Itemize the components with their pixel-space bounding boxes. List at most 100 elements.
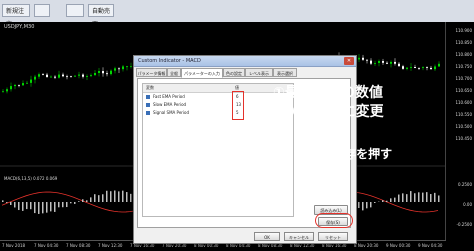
tab-visualization[interactable]: 表示選択 bbox=[273, 68, 297, 77]
candle-body bbox=[378, 61, 380, 63]
oscillator-label: MACD(6,13,5) 0.072 0.069 bbox=[4, 176, 57, 181]
macd-bar bbox=[34, 202, 36, 213]
macd-bar bbox=[78, 201, 80, 202]
annotation-step1-detail: 6.13.5に変更 bbox=[292, 101, 384, 121]
macd-bar bbox=[418, 192, 420, 202]
macd-bar bbox=[26, 202, 28, 209]
candle-body bbox=[90, 75, 92, 76]
macd-bar bbox=[54, 202, 56, 212]
candle-body bbox=[430, 68, 432, 69]
header-variable: 変数 bbox=[146, 84, 154, 92]
macd-bar bbox=[2, 200, 4, 202]
time-tick: 7 Nov 04:30 bbox=[34, 243, 58, 248]
macd-bar bbox=[386, 201, 388, 202]
time-tick: 8 Nov 20:30 bbox=[354, 243, 378, 248]
tab-colors[interactable]: 色の設定 bbox=[223, 68, 245, 77]
value-highlight-box bbox=[232, 91, 244, 120]
candle-body bbox=[94, 73, 96, 75]
tab-levels[interactable]: レベル表示 bbox=[245, 68, 273, 77]
macd-bar bbox=[382, 200, 384, 202]
tab-info[interactable]: パラメータ情報 bbox=[136, 68, 167, 77]
macd-bar bbox=[362, 202, 364, 210]
candle-body bbox=[78, 75, 80, 76]
candle-body bbox=[98, 71, 100, 73]
macd-bar bbox=[14, 202, 16, 207]
param-icon bbox=[146, 103, 150, 107]
macd-bar bbox=[70, 202, 72, 203]
toolbar-button-autotrade[interactable]: 自動売買 bbox=[88, 4, 114, 17]
candle-body bbox=[394, 62, 396, 64]
macd-bar bbox=[46, 202, 48, 213]
toolbar-button[interactable] bbox=[66, 4, 84, 17]
macd-bar bbox=[82, 199, 84, 202]
annotation-step2: ②保存を押す bbox=[322, 145, 392, 162]
macd-bar bbox=[402, 193, 404, 202]
toolbar-button[interactable] bbox=[34, 4, 50, 17]
candle-body bbox=[106, 73, 108, 74]
cancel-button[interactable]: キャンセル bbox=[284, 232, 314, 241]
macd-bar bbox=[438, 195, 440, 202]
param-row[interactable]: Fast EMA Period 6 bbox=[143, 93, 293, 101]
candle-body bbox=[402, 66, 404, 69]
macd-bar bbox=[434, 193, 436, 202]
time-tick: 7 Nov 12:30 bbox=[98, 243, 122, 248]
osc-tick: 0.00 bbox=[463, 202, 472, 207]
macd-bar bbox=[18, 202, 20, 210]
macd-bar bbox=[38, 202, 40, 214]
macd-bar bbox=[414, 193, 416, 202]
candle-body bbox=[18, 85, 20, 86]
candle-body bbox=[390, 62, 392, 64]
candle-body bbox=[54, 77, 56, 78]
candle-body bbox=[418, 68, 420, 69]
param-row[interactable]: Signal SMA Period 5 bbox=[143, 109, 293, 117]
candle-body bbox=[50, 77, 52, 78]
candle-body bbox=[130, 66, 132, 67]
candle-body bbox=[74, 76, 76, 77]
macd-bar bbox=[42, 202, 44, 213]
chart-symbol-label: USDJPY,M30 bbox=[4, 24, 34, 30]
reset-button[interactable]: リセット bbox=[318, 232, 348, 241]
macd-bar bbox=[366, 202, 368, 208]
price-scale: 110.900 110.850 110.800 110.750 110.700 … bbox=[445, 22, 474, 250]
candle-body bbox=[114, 68, 116, 70]
candle-body bbox=[26, 83, 28, 84]
macd-bar bbox=[126, 192, 128, 202]
macd-bar bbox=[86, 200, 88, 202]
annotation-step1: ①最強設定の数値 bbox=[273, 82, 383, 102]
candle-body bbox=[126, 66, 128, 67]
tab-parameters[interactable]: パラメーターの入力 bbox=[181, 68, 223, 78]
candle-body bbox=[374, 63, 376, 64]
candle-body bbox=[366, 60, 368, 61]
param-row[interactable]: Slow EMA Period 13 bbox=[143, 101, 293, 109]
candle-body bbox=[398, 64, 400, 66]
param-icon bbox=[146, 95, 150, 99]
candle-body bbox=[14, 85, 16, 86]
price-tick: 110.500 bbox=[455, 124, 472, 129]
price-tick: 110.750 bbox=[455, 64, 472, 69]
candle-body bbox=[42, 74, 44, 75]
price-tick: 110.800 bbox=[455, 52, 472, 57]
candle-body bbox=[406, 68, 408, 69]
close-icon[interactable]: ✕ bbox=[344, 57, 354, 65]
macd-bar bbox=[98, 195, 100, 202]
macd-bar bbox=[10, 202, 12, 205]
tab-general[interactable]: 全般 bbox=[167, 68, 181, 77]
candle-body bbox=[358, 58, 360, 60]
candle-body bbox=[82, 75, 84, 77]
macd-bar bbox=[6, 202, 8, 203]
param-name: Signal SMA Period bbox=[153, 109, 189, 117]
candle-body bbox=[6, 89, 8, 91]
ok-button[interactable]: OK bbox=[254, 232, 280, 241]
candle-body bbox=[86, 76, 88, 77]
time-tick: 9 Nov 00:30 bbox=[386, 243, 410, 248]
macd-bar bbox=[118, 191, 120, 202]
candle-body bbox=[386, 63, 388, 64]
candle-body bbox=[62, 75, 64, 77]
macd-bar bbox=[398, 195, 400, 202]
candle-body bbox=[22, 83, 24, 85]
price-tick: 110.850 bbox=[455, 40, 472, 45]
macd-bar bbox=[422, 193, 424, 202]
save-highlight-ring bbox=[315, 213, 353, 228]
toolbar-button-new-order[interactable]: 新規注文 bbox=[2, 4, 30, 17]
candle-body bbox=[46, 75, 48, 77]
